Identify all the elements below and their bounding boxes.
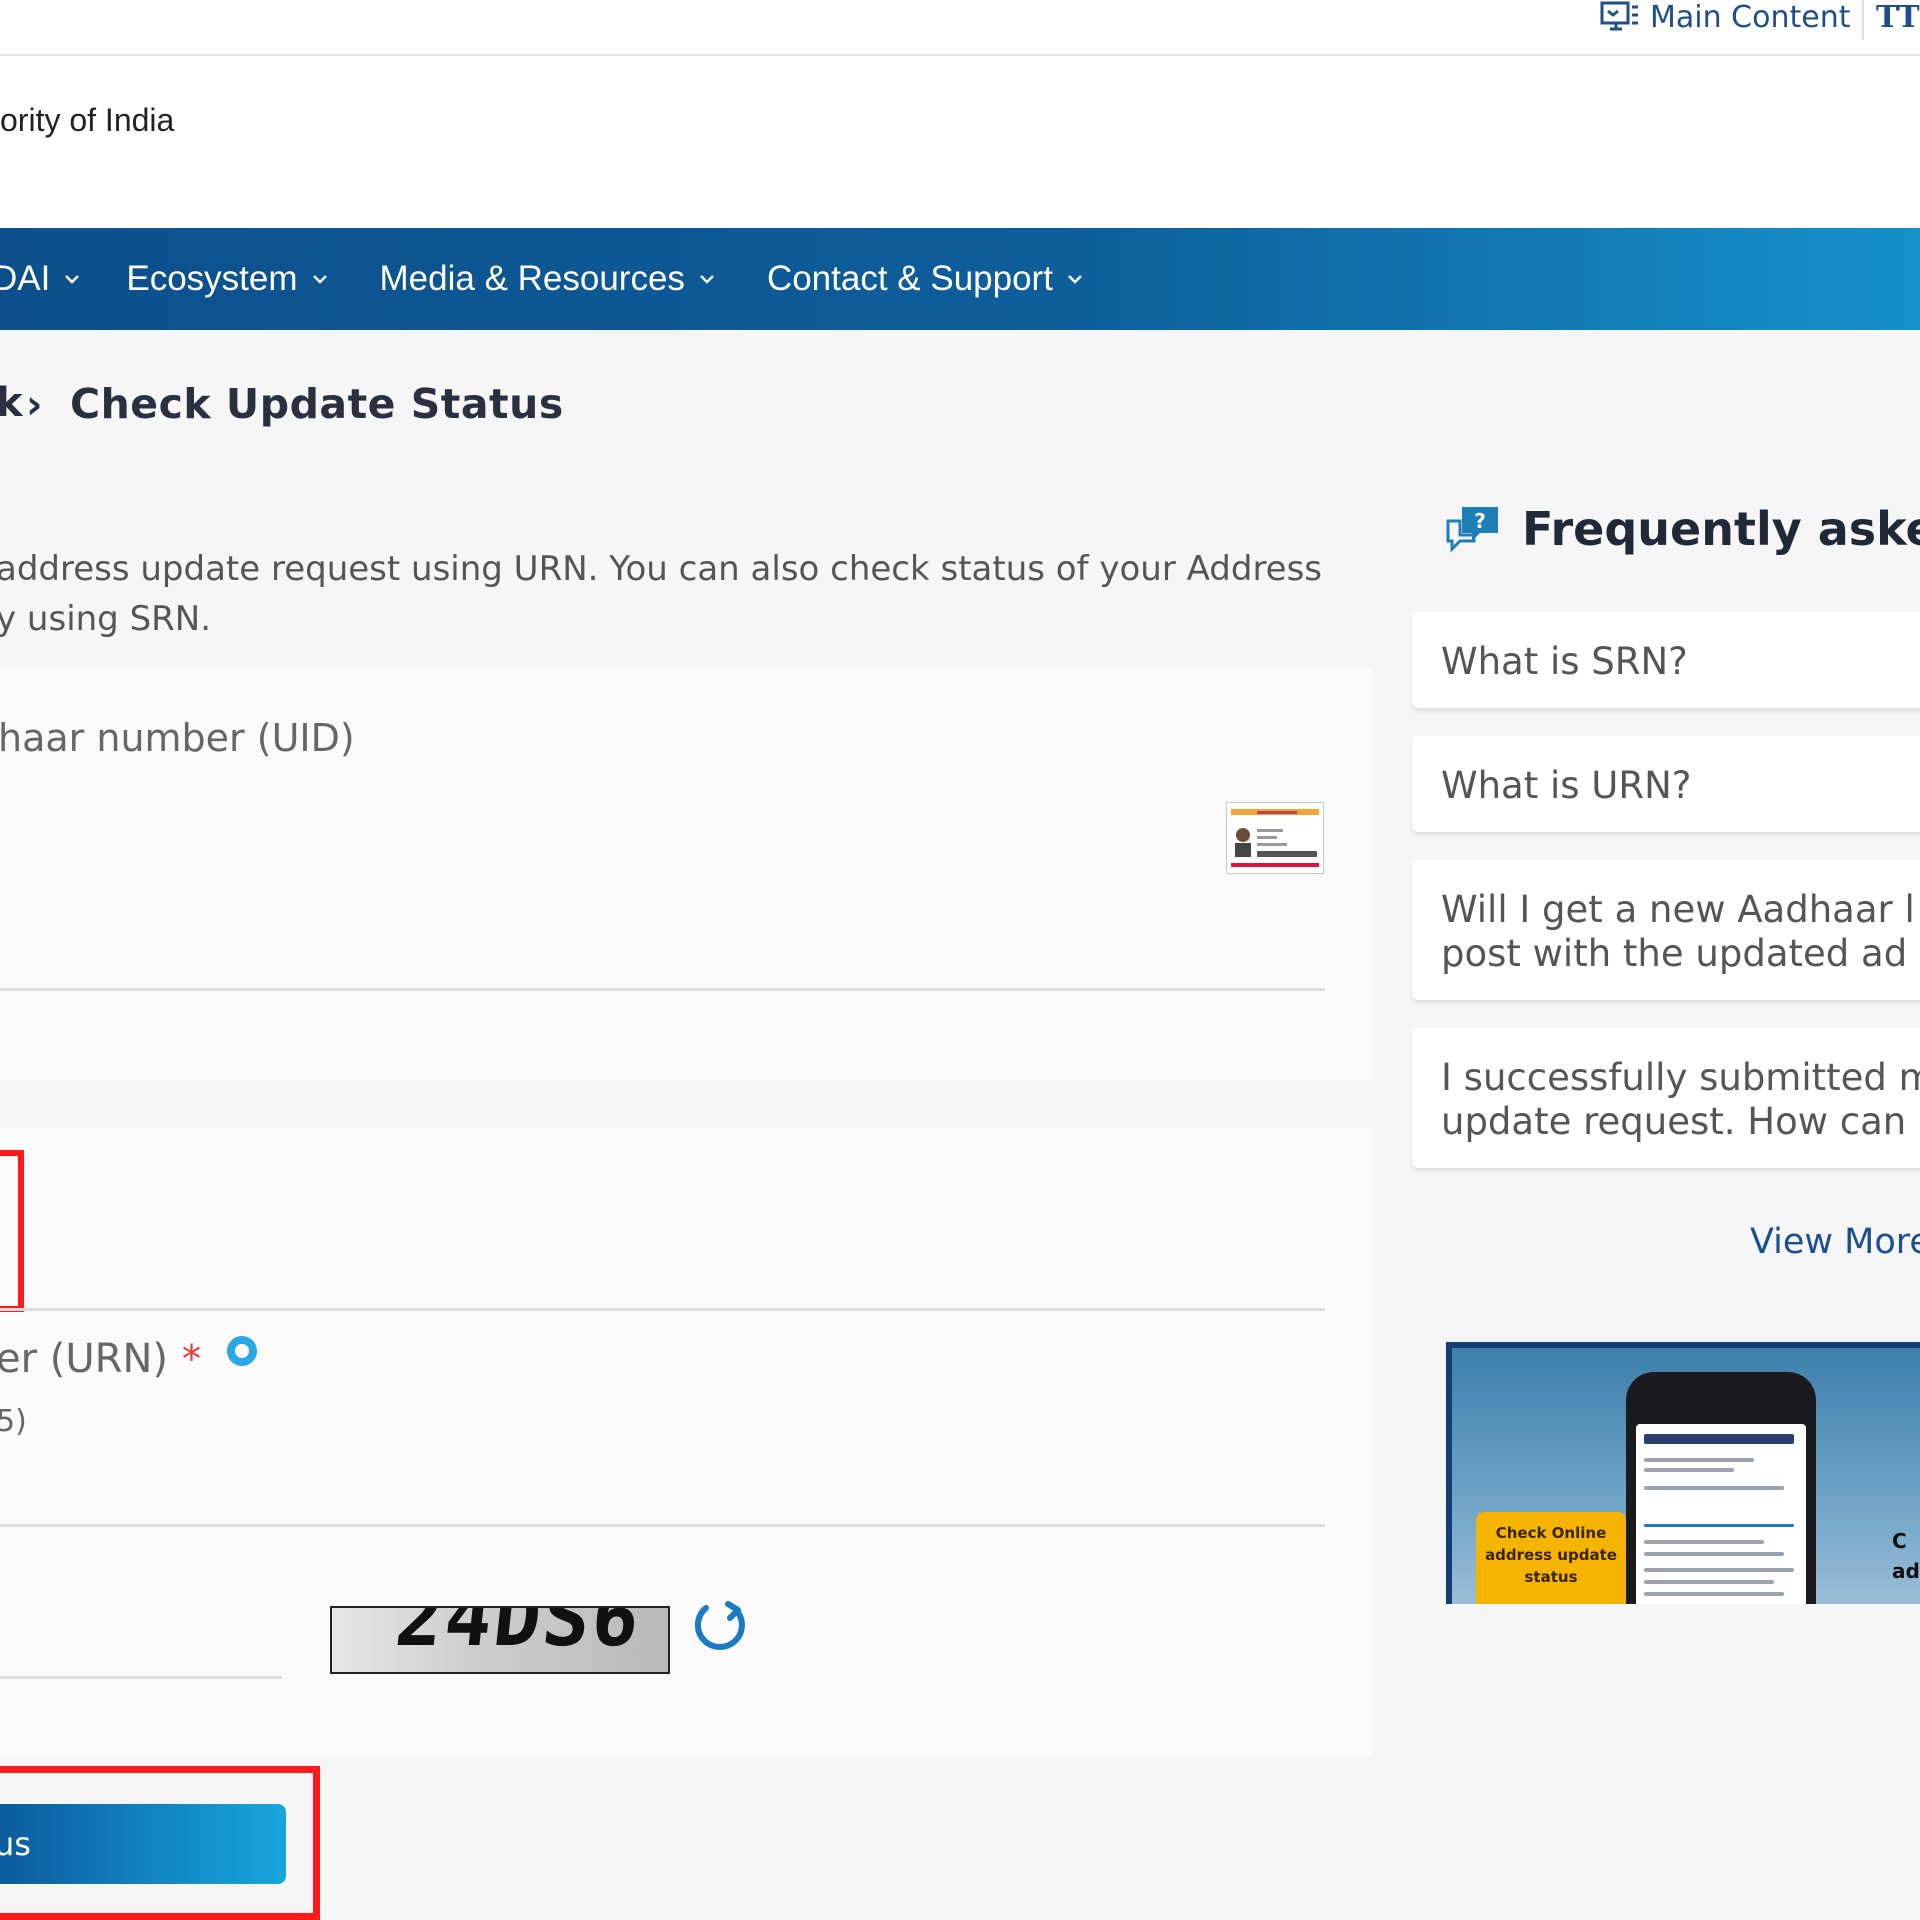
chevron-down-icon [700, 275, 714, 284]
nav-item-uidai[interactable]: DAI [0, 259, 80, 299]
aadhaar-card-icon [1226, 802, 1324, 874]
intro-line-2: y using SRN. [0, 599, 212, 639]
faq-question: What is SRN? [1441, 640, 1688, 683]
skip-link-label: Main Content [1650, 0, 1851, 35]
phone-illustration [1626, 1372, 1816, 1604]
required-asterisk: * [181, 1337, 201, 1381]
promo-tag-line-3: status [1524, 1568, 1578, 1586]
captcha-text: 24DS6 [391, 1606, 646, 1664]
captcha-input-underline[interactable] [0, 1676, 282, 1679]
faq-question-line-1: I successfully submitted m [1441, 1056, 1920, 1099]
uid-field-label: haar number (UID) [0, 716, 355, 760]
org-name: ority of India [0, 102, 175, 138]
main-nav: DAI Ecosystem Media & Resources Contact … [0, 228, 1920, 330]
phone-screen [1636, 1424, 1806, 1604]
faq-item[interactable]: I successfully submitted m update reques… [1412, 1028, 1920, 1168]
utility-divider [1862, 0, 1864, 40]
main-content-icon [1600, 1, 1638, 31]
promo-right-line-2: ad [1892, 1559, 1920, 1583]
faq-title: Frequently asked [1522, 502, 1920, 556]
faq-question-line-1: Will I get a new Aadhaar l [1441, 888, 1915, 931]
chevron-down-icon [65, 275, 80, 284]
intro-line-1: address update request using URN. You ca… [0, 549, 1323, 589]
urn-input-underline[interactable] [0, 1524, 1325, 1527]
breadcrumb-previous[interactable]: k [0, 380, 23, 426]
check-status-button[interactable]: us [0, 1804, 286, 1884]
org-header [0, 56, 1920, 228]
promo-tag-line-1: Check Online [1495, 1524, 1607, 1542]
nav-item-label: Contact & Support [766, 259, 1053, 298]
breadcrumb-separator: › [26, 382, 43, 428]
faq-chat-icon: ? [1446, 507, 1498, 553]
promo-right-line-1: C [1892, 1529, 1907, 1553]
nav-item-label: Ecosystem [126, 259, 298, 298]
input-underline[interactable] [0, 1308, 1325, 1311]
urn-field-label: er (URN) [0, 1336, 168, 1382]
urn-format-hint: 5) [0, 1404, 27, 1439]
skip-to-main-content-link[interactable]: Main Content [1600, 0, 1851, 35]
intro-text: address update request using URN. You ca… [0, 544, 1326, 644]
chevron-down-icon [1068, 275, 1082, 284]
chevron-down-icon [312, 275, 327, 284]
urn-card [0, 1128, 1372, 1756]
nav-item-ecosystem[interactable]: Ecosystem [126, 259, 327, 299]
nav-item-contact-support[interactable]: Contact & Support [767, 259, 1083, 299]
info-icon[interactable] [225, 1334, 259, 1368]
nav-item-label: DAI [0, 259, 51, 298]
promo-tag-line-2: address update [1485, 1546, 1617, 1564]
check-status-button-label: us [0, 1825, 31, 1863]
faq-item[interactable]: What is URN? [1412, 736, 1920, 832]
captcha-image: 24DS6 [330, 1606, 670, 1674]
promo-tag: Check Online address update status [1476, 1512, 1626, 1604]
page-title: Check Update Status [70, 380, 564, 428]
faq-header: ? Frequently asked [1444, 502, 1920, 556]
faq-item[interactable]: Will I get a new Aadhaar l post with the… [1412, 860, 1920, 1000]
faq-question: What is URN? [1441, 764, 1692, 807]
promo-right-text: C ad [1892, 1526, 1920, 1586]
urn-field-label-row: er (URN) * [0, 1336, 259, 1382]
promo-banner[interactable]: Check Online address update status C ad [1446, 1342, 1920, 1604]
refresh-captcha-icon[interactable] [692, 1600, 752, 1656]
highlight-box-input [0, 1150, 24, 1312]
nav-item-media-resources[interactable]: Media & Resources [380, 259, 715, 299]
view-more-link[interactable]: View More [1750, 1222, 1920, 1262]
font-size-icon[interactable]: TT [1876, 0, 1920, 35]
nav-item-label: Media & Resources [379, 259, 685, 298]
faq-question-line-2: update request. How can [1441, 1100, 1907, 1143]
uid-input-underline[interactable] [0, 988, 1325, 991]
faq-question-line-2: post with the updated ad [1441, 932, 1908, 975]
svg-text:?: ? [1474, 509, 1486, 533]
phone-status-bar [1636, 1386, 1806, 1416]
faq-item[interactable]: What is SRN? [1412, 612, 1920, 708]
